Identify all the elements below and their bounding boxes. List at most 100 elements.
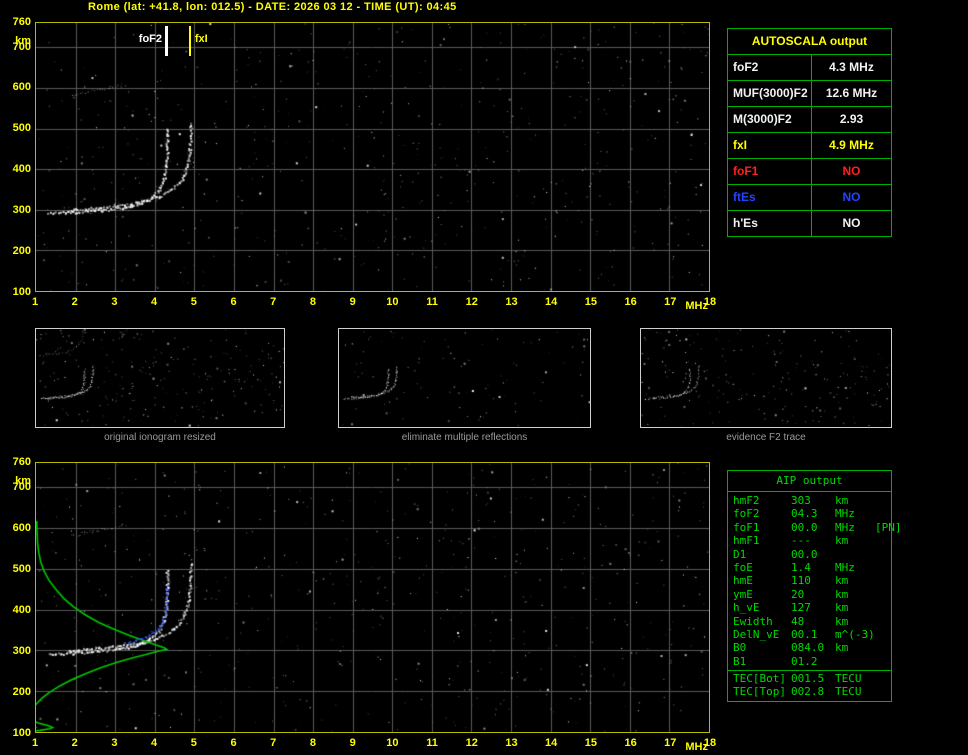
- autoscala-param-name: MUF(3000)F2: [728, 81, 812, 106]
- x-tick-label: 16: [624, 296, 636, 308]
- aip-param-extra: [875, 615, 891, 628]
- aip-row-hmf1: hmF1---km: [728, 534, 891, 547]
- thumbnail-original-canvas: [36, 329, 284, 427]
- x-tick-label: 7: [270, 296, 276, 308]
- aip-param-extra: [875, 494, 891, 507]
- aip-row-tectop: TEC[Top]002.8TECU: [728, 685, 891, 698]
- y-tick-label: 300: [0, 645, 31, 657]
- aip-param-extra: [875, 561, 891, 574]
- aip-param-unit: [835, 655, 875, 668]
- x-tick-label: 11: [426, 737, 438, 749]
- autoscala-param-value: NO: [812, 185, 891, 210]
- aip-row-yme: ymE20km: [728, 588, 891, 601]
- aip-param-unit: MHz: [835, 507, 875, 520]
- x-tick-label: 11: [426, 296, 438, 308]
- profile-ionogram-canvas: [36, 463, 709, 732]
- aip-param-value: 084.0: [791, 641, 835, 654]
- autoscaled-ionogram-canvas: [36, 23, 709, 291]
- autoscala-row-ftes: ftEsNO: [728, 185, 891, 211]
- x-tick-label: 6: [230, 296, 236, 308]
- x-tick-label: 17: [664, 737, 676, 749]
- autoscala-output-table: AUTOSCALA output foF24.3 MHzMUF(3000)F21…: [727, 28, 892, 237]
- aip-row-b1: B101.2: [728, 655, 891, 668]
- aip-table-rows: hmF2303kmfoF204.3MHzfoF100.0MHz[PN]hmF1-…: [728, 494, 891, 699]
- autoscala-row-muf3000f2: MUF(3000)F212.6 MHz: [728, 81, 891, 107]
- aip-param-name: foF2: [733, 507, 791, 520]
- aip-param-name: hmF1: [733, 534, 791, 547]
- aip-param-name: DelN_vE: [733, 628, 791, 641]
- x-tick-label: 2: [72, 737, 78, 749]
- aip-param-unit: MHz: [835, 561, 875, 574]
- aip-param-name: D1: [733, 548, 791, 561]
- autoscala-table-rows: foF24.3 MHzMUF(3000)F212.6 MHzM(3000)F22…: [728, 55, 891, 236]
- aip-param-value: 00.0: [791, 521, 835, 534]
- autoscala-param-value: 2.93: [812, 107, 891, 132]
- aip-param-value: 127: [791, 601, 835, 614]
- x-tick-label: 8: [310, 296, 316, 308]
- autoscala-param-value: NO: [812, 159, 891, 184]
- aip-output-table: AIP output hmF2303kmfoF204.3MHzfoF100.0M…: [727, 470, 892, 702]
- y-tick-label: 400: [0, 604, 31, 616]
- autoscala-window: Rome (lat: +41.8, lon: 012.5) - DATE: 20…: [0, 0, 968, 755]
- aip-row-tecbot: TEC[Bot]001.5TECU: [728, 670, 891, 685]
- aip-param-unit: km: [835, 534, 875, 547]
- aip-param-extra: [875, 534, 891, 547]
- aip-row-delnve: DelN_vE00.1m^(-3): [728, 628, 891, 641]
- aip-param-value: 48: [791, 615, 835, 628]
- aip-param-extra: [875, 601, 891, 614]
- x-tick-label: 12: [466, 296, 478, 308]
- y-tick-label: 760: [0, 456, 31, 468]
- aip-param-unit: TECU: [835, 672, 875, 685]
- aip-param-extra: [875, 641, 891, 654]
- y-tick-label: 500: [0, 563, 31, 575]
- aip-row-hmf2: hmF2303km: [728, 494, 891, 507]
- autoscala-row-fof2: foF24.3 MHz: [728, 55, 891, 81]
- thumbnail-f2-trace: [640, 328, 892, 428]
- aip-param-extra: [875, 588, 891, 601]
- thumbnail-no-multiples: [338, 328, 591, 428]
- autoscala-row-fxi: fxI4.9 MHz: [728, 133, 891, 159]
- x-tick-label: 13: [505, 737, 517, 749]
- y-tick-label: 200: [0, 245, 31, 257]
- aip-param-name: foF1: [733, 521, 791, 534]
- aip-param-unit: TECU: [835, 685, 875, 698]
- x-axis-unit: MHz: [685, 300, 708, 312]
- autoscala-row-hes: h'EsNO: [728, 211, 891, 236]
- autoscala-param-name: h'Es: [728, 211, 812, 236]
- aip-param-value: 20: [791, 588, 835, 601]
- aip-param-unit: km: [835, 494, 875, 507]
- x-tick-label: 7: [270, 737, 276, 749]
- y-tick-label: 300: [0, 204, 31, 216]
- aip-param-extra: [875, 628, 891, 641]
- aip-param-name: TEC[Bot]: [733, 672, 791, 685]
- x-tick-label: 17: [664, 296, 676, 308]
- x-tick-label: 2: [72, 296, 78, 308]
- aip-param-extra: [875, 685, 891, 698]
- aip-param-name: h_vE: [733, 601, 791, 614]
- autoscala-param-name: M(3000)F2: [728, 107, 812, 132]
- autoscala-table-header: AUTOSCALA output: [728, 29, 891, 55]
- aip-param-value: ---: [791, 534, 835, 547]
- y-axis-unit: km: [0, 35, 31, 47]
- aip-param-name: TEC[Top]: [733, 685, 791, 698]
- aip-param-value: 00.1: [791, 628, 835, 641]
- y-tick-label: 500: [0, 122, 31, 134]
- aip-param-unit: km: [835, 588, 875, 601]
- thumbnail-caption-no-multiples: eliminate multiple reflections: [338, 432, 591, 443]
- autoscala-param-value: NO: [812, 211, 891, 236]
- x-tick-label: 16: [624, 737, 636, 749]
- aip-param-value: 002.8: [791, 685, 835, 698]
- x-tick-label: 5: [191, 296, 197, 308]
- thumbnail-caption-f2-trace: evidence F2 trace: [640, 432, 892, 443]
- autoscala-param-value: 12.6 MHz: [812, 81, 891, 106]
- aip-param-unit: km: [835, 615, 875, 628]
- y-tick-label: 400: [0, 163, 31, 175]
- profile-ionogram-plot: [35, 462, 710, 733]
- aip-param-unit: km: [835, 574, 875, 587]
- autoscala-param-name: foF1: [728, 159, 812, 184]
- thumbnail-no-multiples-canvas: [339, 329, 590, 427]
- aip-row-hve: h_vE127km: [728, 601, 891, 614]
- x-tick-label: 4: [151, 737, 157, 749]
- aip-table-header: AIP output: [728, 471, 891, 492]
- x-tick-label: 10: [386, 737, 398, 749]
